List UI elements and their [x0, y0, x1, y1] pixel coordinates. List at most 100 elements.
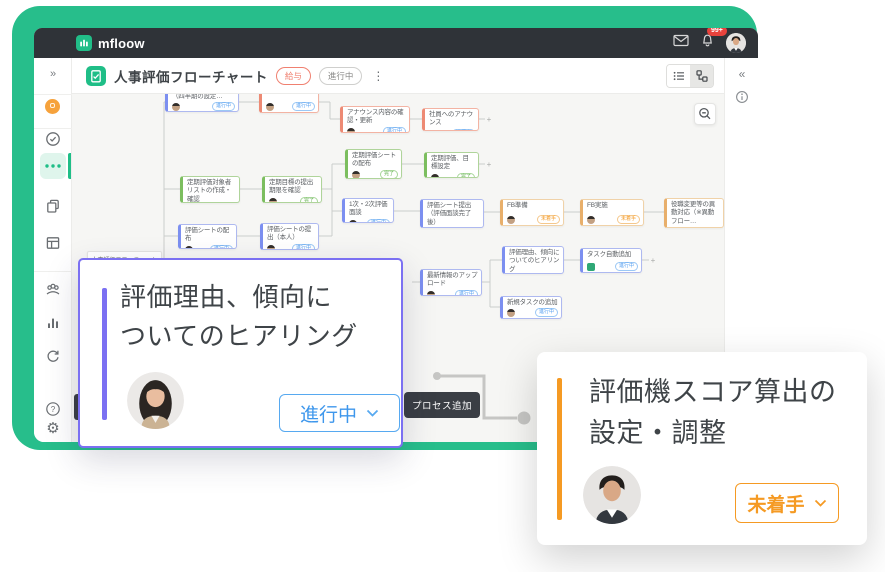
- assignee-avatar: [507, 309, 515, 318]
- card-title: 評価機スコア算出の 設定・調整: [589, 377, 837, 448]
- screenshot-root: mfloow 99+ 人事評価フローチャート 給与 進行中 ⋮ » ? ⚙ + …: [0, 0, 885, 572]
- view-toggle: [666, 63, 714, 88]
- card-accent-bar: [557, 378, 562, 520]
- node-status-pill[interactable]: 完了: [379, 169, 398, 178]
- task-card-pending[interactable]: 評価機スコア算出の 設定・調整 未着手: [537, 352, 867, 545]
- page-title: 人事評価フローチャート: [114, 69, 268, 85]
- flow-node[interactable]: 1次・2次評価面談 進行中: [342, 198, 394, 223]
- flow-node[interactable]: 定期目標の提出期限を確認 完了: [262, 176, 322, 203]
- node-status-pill[interactable]: 進行中: [451, 128, 475, 130]
- assignee-avatar: [587, 216, 595, 224]
- assignee-avatar: [431, 173, 439, 177]
- node-status-pill[interactable]: 完了: [299, 196, 318, 202]
- assignee-avatar: [429, 129, 437, 130]
- node-status-pill[interactable]: 進行中: [291, 243, 315, 249]
- node-status-pill[interactable]: 進行中: [382, 126, 406, 132]
- node-status-pill[interactable]: 進行中: [209, 244, 233, 248]
- sidebar-expand-icon[interactable]: »: [34, 68, 72, 80]
- node-status-pill[interactable]: 進行中: [291, 102, 315, 111]
- assignee-avatar: [266, 103, 274, 111]
- mfloow-logo-icon: [76, 35, 92, 51]
- tasks-icon[interactable]: [45, 131, 61, 147]
- divider: [34, 94, 72, 95]
- flow-node[interactable]: 評価シート提出（評価面談完了後）進行中: [420, 199, 484, 228]
- sidebar-selected-indicator: [68, 153, 71, 179]
- category-badge[interactable]: 給与: [275, 66, 311, 85]
- card-title: 評価理由、傾向に ついてのヒアリング: [120, 282, 358, 351]
- assignee-avatar-man: [583, 466, 641, 524]
- svg-text:?: ?: [51, 405, 56, 414]
- task-card-active[interactable]: 評価理由、傾向に ついてのヒアリング 進行中: [78, 258, 403, 448]
- list-view-button[interactable]: [667, 64, 690, 87]
- panel-collapse-icon[interactable]: «: [734, 67, 750, 83]
- flow-node[interactable]: FB準備 未着手: [500, 199, 564, 226]
- flow-node[interactable]: 評価理由、傾向についてのヒアリング進行中: [502, 246, 564, 274]
- divider: [34, 128, 72, 129]
- card-accent-bar: [102, 288, 107, 420]
- svg-text:+: +: [487, 115, 492, 124]
- page-header: 人事評価フローチャート 給与 進行中 ⋮: [72, 58, 724, 94]
- svg-text:+: +: [651, 256, 656, 265]
- flow-node[interactable]: 定期評価対象者リストの作成・確認完了: [180, 176, 240, 203]
- sidebar-item-flowchart[interactable]: [40, 153, 66, 179]
- flow-node[interactable]: 評価シートの提出（本人） 進行中: [260, 223, 319, 250]
- flow-view-button[interactable]: [690, 64, 713, 87]
- topbar: mfloow 99+: [34, 28, 758, 58]
- notifications-button[interactable]: 99+: [700, 28, 727, 53]
- flow-node[interactable]: タスク自動追加 進行中: [580, 248, 642, 273]
- flow-node[interactable]: FB実施 未着手: [580, 199, 644, 226]
- node-status-pill[interactable]: 進行中: [211, 102, 235, 111]
- status-dropdown-active[interactable]: 進行中: [279, 394, 400, 432]
- kebab-menu-icon[interactable]: ⋮: [372, 69, 384, 83]
- brand: mfloow: [76, 35, 145, 51]
- user-avatar[interactable]: [726, 33, 746, 53]
- chevron-down-icon: [366, 409, 379, 417]
- assignee-avatar: [352, 170, 360, 178]
- copy-icon[interactable]: [45, 198, 61, 214]
- flow-node[interactable]: アナウンス内容の確認・更新 進行中: [340, 106, 410, 133]
- sidebar: » ? ⚙: [34, 58, 72, 442]
- help-icon[interactable]: ?: [45, 401, 61, 417]
- node-status-pill[interactable]: 未着手: [616, 215, 640, 224]
- svg-text:+: +: [487, 160, 492, 169]
- node-status-pill[interactable]: 未着手: [536, 215, 560, 224]
- status-dropdown-label: 未着手: [747, 494, 805, 516]
- mail-icon[interactable]: [673, 34, 689, 52]
- assignee-avatar: [185, 245, 193, 248]
- assignee-avatar: [269, 197, 277, 202]
- node-status-pill[interactable]: 進行中: [614, 262, 638, 271]
- node-status-pill[interactable]: 進行中: [366, 218, 390, 222]
- flowchart-doc-icon: [86, 65, 106, 86]
- workspace-icon[interactable]: [45, 99, 60, 114]
- assignee-avatar: [427, 290, 435, 295]
- info-icon[interactable]: [734, 90, 750, 106]
- flow-node[interactable]: 定期評価シートの配布 完了: [345, 149, 402, 179]
- node-status-pill[interactable]: 進行中: [454, 289, 478, 295]
- assignee-avatar: [172, 103, 180, 111]
- flow-node[interactable]: 役職変更等の異動対応（※異動フロー…未着手: [664, 198, 724, 228]
- node-status-pill[interactable]: 進行中: [534, 308, 558, 318]
- assignee-avatar: [349, 219, 357, 222]
- node-status-pill[interactable]: 未着手: [697, 227, 720, 228]
- members-icon[interactable]: [45, 281, 61, 297]
- flow-node[interactable]: 進行中: [259, 94, 319, 113]
- chevron-down-icon: [814, 499, 826, 507]
- flow-node[interactable]: （四半期の設定… 進行中: [165, 94, 239, 112]
- assignee-avatar: [267, 244, 275, 249]
- flow-node[interactable]: 評価シートの配布 進行中: [178, 224, 237, 249]
- canvas-zoom-button[interactable]: [694, 103, 716, 125]
- status-dropdown-pending[interactable]: 未着手: [735, 483, 839, 523]
- flow-node[interactable]: 定期評価、目標設定 完了: [424, 152, 479, 178]
- add-process-button[interactable]: プロセス追加: [404, 392, 480, 418]
- node-status-pill[interactable]: 完了: [456, 172, 475, 177]
- settings-gear-icon[interactable]: ⚙: [45, 421, 61, 437]
- sync-icon[interactable]: [45, 348, 61, 364]
- reports-icon[interactable]: [45, 315, 61, 331]
- assignee-avatar: [347, 127, 355, 132]
- board-icon[interactable]: [45, 235, 61, 251]
- flow-node[interactable]: 社員へのアナウンス進行中: [422, 108, 479, 131]
- status-badge[interactable]: 進行中: [318, 66, 363, 85]
- status-dropdown-label: 進行中: [299, 404, 357, 426]
- flow-node[interactable]: 最新情報のアップロード 進行中: [420, 269, 482, 296]
- flow-node[interactable]: 新規タスクの追加 進行中: [500, 296, 562, 319]
